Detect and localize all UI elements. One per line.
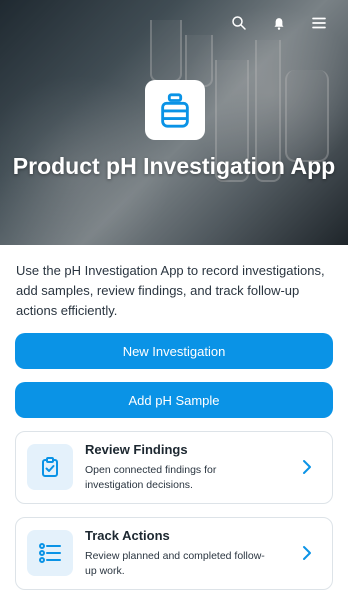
- card-description: Open connected findings for investigatio…: [85, 464, 217, 491]
- checklist-icon: [39, 543, 61, 563]
- intro-text: Use the pH Investigation App to record i…: [16, 263, 325, 318]
- card-description: Review planned and completed follow-up w…: [85, 550, 265, 577]
- track-actions-card[interactable]: Track Actions Review planned and complet…: [15, 517, 333, 590]
- search-icon[interactable]: [230, 14, 248, 32]
- menu-icon[interactable]: [310, 14, 328, 32]
- app-logo: [145, 80, 205, 140]
- top-toolbar: [230, 14, 328, 32]
- app-title: Product pH Investigation App: [12, 153, 336, 179]
- add-ph-sample-button[interactable]: Add pH Sample: [15, 382, 333, 418]
- bottle-icon: [161, 93, 189, 128]
- new-investigation-button[interactable]: New Investigation: [15, 333, 333, 369]
- card-icon-box: [27, 530, 73, 576]
- hero-banner: Product pH Investigation App: [0, 0, 348, 245]
- card-title: Track Actions: [85, 528, 170, 543]
- card-title: Review Findings: [85, 442, 188, 457]
- bell-icon[interactable]: [270, 14, 288, 32]
- card-icon-box: [27, 444, 73, 490]
- chevron-right-icon: [303, 460, 311, 474]
- review-findings-card[interactable]: Review Findings Open connected findings …: [15, 431, 333, 504]
- chevron-right-icon: [303, 546, 311, 560]
- clipboard-check-icon: [42, 457, 58, 477]
